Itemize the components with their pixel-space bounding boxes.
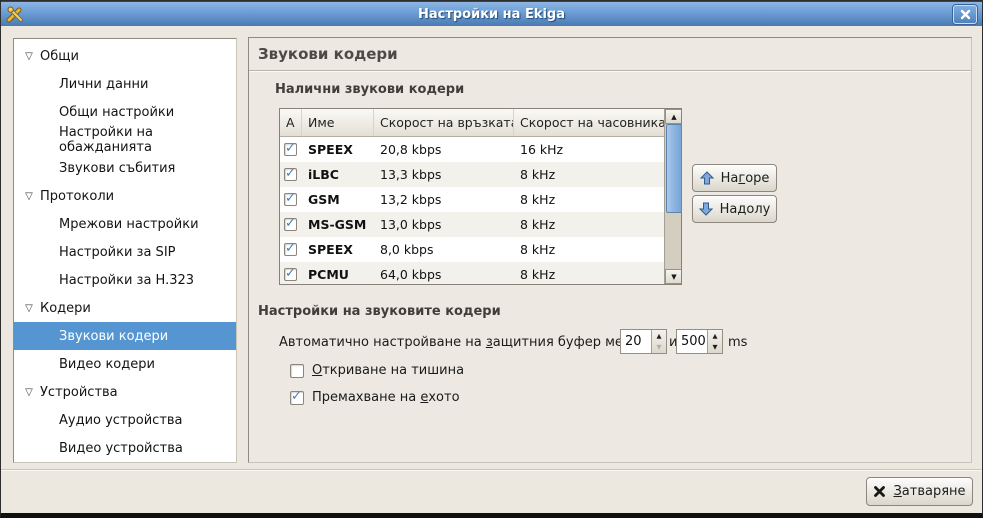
available-codecs-section-label: Налични звукови кодери	[275, 82, 464, 97]
table-row[interactable]: ✓ GSM 13,2 kbps 8 kHz	[280, 187, 664, 212]
codec-enabled-checkbox[interactable]: ✓	[284, 193, 297, 206]
table-header[interactable]: A Име Скорост на връзката Скорост на час…	[280, 109, 664, 137]
codec-enabled-checkbox[interactable]: ✓	[284, 268, 297, 281]
column-header-name[interactable]: Име	[302, 109, 374, 136]
move-up-label: Нагоре	[721, 171, 770, 186]
jitter-buffer-label: Автоматично настройване на защитния буфе…	[279, 335, 651, 350]
check-icon: ✓	[285, 266, 296, 281]
move-up-button[interactable]: Нагоре	[692, 164, 777, 192]
jitter-unit-label: ms	[728, 335, 747, 350]
check-icon: ✓	[285, 166, 296, 181]
echo-cancellation-row[interactable]: ✓ Премахване на ехото	[290, 390, 460, 405]
spin-up-icon[interactable]: ▲	[652, 330, 666, 342]
column-header-active[interactable]: A	[280, 109, 302, 136]
echo-cancellation-label: Премахване на ехото	[312, 390, 460, 405]
titlebar[interactable]: Настройки на Ekiga	[1, 1, 982, 26]
scroll-down-icon[interactable]: ▼	[665, 269, 682, 284]
close-icon	[873, 485, 886, 498]
sidebar-item-sip-settings[interactable]: Настройки за SIP	[14, 238, 236, 266]
scrollbar-thumb[interactable]	[666, 124, 682, 213]
page-title: Звукови кодери	[258, 45, 398, 63]
column-header-clockrate[interactable]: Скорост на часовника	[514, 109, 664, 136]
jitter-max-steppers[interactable]: ▲ ▼	[707, 330, 722, 353]
preferences-dialog: Настройки на Ekiga ▽ Общи Лични данни Об…	[0, 0, 983, 518]
title-separator	[249, 70, 971, 71]
sidebar-item-call-options[interactable]: Настройки на обажданията	[14, 126, 236, 154]
jitter-min-input[interactable]	[621, 330, 651, 353]
move-down-label: Надолу	[720, 202, 771, 217]
window-close-button[interactable]	[953, 5, 977, 24]
down-arrow-icon	[699, 202, 713, 216]
window-close-icon	[960, 9, 971, 20]
sidebar-item-devices[interactable]: ▽ Устройства	[14, 378, 236, 406]
silence-detection-label: Откриване на тишина	[312, 363, 464, 378]
check-icon: ✓	[285, 141, 296, 156]
sidebar-item-general-settings[interactable]: Общи настройки	[14, 98, 236, 126]
sidebar-item-video-codecs[interactable]: Видео кодери	[14, 350, 236, 378]
expander-icon[interactable]: ▽	[21, 387, 37, 398]
move-down-button[interactable]: Надолу	[692, 195, 777, 223]
sidebar-item-video-devices[interactable]: Видео устройства	[14, 434, 236, 462]
scroll-up-icon[interactable]: ▲	[665, 109, 682, 124]
jitter-max-spinner: ▲ ▼	[676, 329, 723, 354]
expander-icon[interactable]: ▽	[21, 51, 37, 62]
sidebar-item-audio-devices[interactable]: Аудио устройства	[14, 406, 236, 434]
codec-settings-section-label: Настройки на звуковите кодери	[258, 304, 501, 319]
sidebar-item-codecs[interactable]: ▽ Кодери	[14, 294, 236, 322]
sidebar-item-personal-data[interactable]: Лични данни	[14, 70, 236, 98]
jitter-min-spinner: ▲ ▼	[620, 329, 667, 354]
table-scrollbar[interactable]: ▲ ▼	[664, 109, 682, 284]
sidebar-item-h323-settings[interactable]: Настройки за H.323	[14, 266, 236, 294]
sidebar-item-network-settings[interactable]: Мрежови настройки	[14, 210, 236, 238]
check-icon: ✓	[291, 389, 302, 404]
footer-separator	[1, 469, 982, 470]
sidebar-item-protocols[interactable]: ▽ Протоколи	[14, 182, 236, 210]
expander-icon[interactable]: ▽	[21, 303, 37, 314]
jitter-min-steppers[interactable]: ▲ ▼	[651, 330, 666, 353]
check-icon: ✓	[285, 241, 296, 256]
column-header-bitrate[interactable]: Скорост на връзката	[374, 109, 514, 136]
echo-cancellation-checkbox[interactable]: ✓	[290, 391, 304, 405]
sidebar-item-general[interactable]: ▽ Общи	[14, 42, 236, 70]
audio-codecs-panel: Звукови кодери Налични звукови кодери A …	[248, 37, 972, 463]
check-icon: ✓	[285, 216, 296, 231]
up-arrow-icon	[700, 171, 714, 185]
codec-enabled-checkbox[interactable]: ✓	[284, 218, 297, 231]
table-row[interactable]: ✓ SPEEX 20,8 kbps 16 kHz	[280, 137, 664, 162]
table-row[interactable]: ✓ MS-GSM 13,0 kbps 8 kHz	[280, 212, 664, 237]
table-row[interactable]: ✓ PCMU 64,0 kbps 8 kHz	[280, 262, 664, 285]
close-button[interactable]: Затваряне	[866, 477, 973, 506]
table-row[interactable]: ✓ SPEEX 8,0 kbps 8 kHz	[280, 237, 664, 262]
sidebar-item-audio-codecs[interactable]: Звукови кодери	[14, 322, 236, 350]
spin-down-icon[interactable]: ▼	[652, 342, 666, 354]
window-title: Настройки на Ekiga	[1, 7, 982, 22]
codec-table: A Име Скорост на връзката Скорост на час…	[279, 108, 682, 285]
codec-enabled-checkbox[interactable]: ✓	[284, 143, 297, 156]
silence-detection-checkbox[interactable]	[290, 364, 304, 378]
preferences-tree: ▽ Общи Лични данни Общи настройки Настро…	[13, 38, 237, 463]
codec-enabled-checkbox[interactable]: ✓	[284, 243, 297, 256]
silence-detection-row[interactable]: Откриване на тишина	[290, 363, 464, 378]
check-icon: ✓	[285, 191, 296, 206]
jitter-max-input[interactable]	[677, 330, 707, 353]
expander-icon[interactable]: ▽	[21, 191, 37, 202]
table-row[interactable]: ✓ iLBC 13,3 kbps 8 kHz	[280, 162, 664, 187]
sidebar-item-sound-events[interactable]: Звукови събития	[14, 154, 236, 182]
close-button-label: Затваряне	[893, 484, 965, 499]
spin-down-icon[interactable]: ▼	[708, 342, 722, 354]
spin-up-icon[interactable]: ▲	[708, 330, 722, 342]
codec-enabled-checkbox[interactable]: ✓	[284, 168, 297, 181]
